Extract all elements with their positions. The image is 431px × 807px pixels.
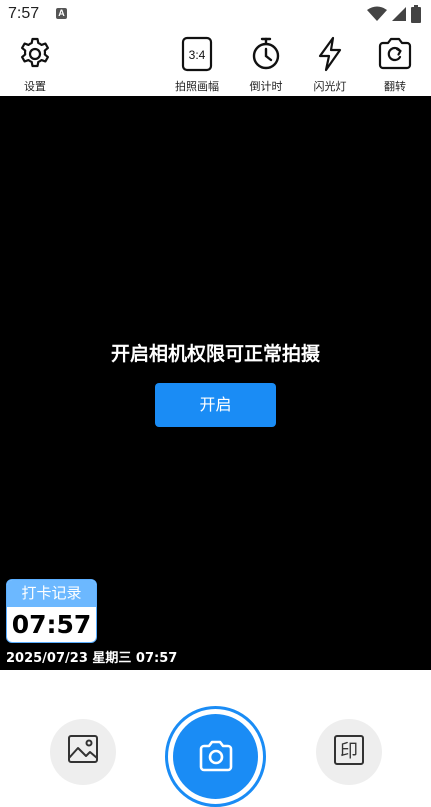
flip-camera-button[interactable]: 翻转 (365, 36, 425, 94)
shutter-button[interactable] (165, 706, 266, 807)
checkin-title: 打卡记录 (7, 580, 96, 607)
camera-viewfinder: 开启相机权限可正常拍摄 开启 打卡记录 07:57 2025/07/23 星期三… (0, 96, 431, 670)
settings-label: 设置 (24, 80, 46, 93)
status-icons (367, 4, 421, 24)
timer-button[interactable]: 倒计时 (236, 36, 296, 94)
stamp-glyph: 印 (340, 741, 358, 762)
gallery-button[interactable] (50, 719, 116, 785)
signal-icon (392, 7, 406, 21)
flash-label: 闪光灯 (313, 80, 347, 93)
flip-label: 翻转 (384, 80, 406, 93)
aspect-ratio-value: 3:4 (189, 48, 206, 62)
image-icon (68, 735, 98, 763)
stamp-icon: 印 (334, 735, 364, 765)
stopwatch-icon (252, 37, 280, 70)
aspect-ratio-button[interactable]: 3:4 拍照画幅 (167, 36, 227, 94)
bottom-controls: 印 (0, 670, 431, 807)
gear-icon (21, 37, 49, 68)
battery-icon (411, 5, 421, 23)
flash-button[interactable]: 闪光灯 (300, 36, 360, 94)
shutter-inner (173, 714, 258, 799)
status-time: 7:57 (8, 5, 40, 22)
watermark-button[interactable]: 印 (316, 719, 382, 785)
wifi-icon (367, 6, 387, 21)
aspect-ratio-icon: 3:4 (181, 36, 213, 72)
timer-label: 倒计时 (249, 80, 283, 93)
permission-message: 开启相机权限可正常拍摄 (110, 343, 320, 365)
settings-button[interactable]: 设置 (5, 36, 65, 94)
camera-toolbar: 设置 3:4 拍照画幅 倒计时 闪光灯 翻转 (0, 30, 431, 96)
status-bar: 7:57 A (0, 0, 431, 30)
checkin-time: 07:57 (11, 610, 92, 639)
flip-camera-icon (378, 37, 412, 70)
camera-icon (199, 740, 232, 772)
checkin-card[interactable]: 打卡记录 07:57 (6, 579, 97, 643)
aspect-ratio-label: 拍照画幅 (175, 80, 219, 93)
notification-icon: A (56, 8, 67, 19)
flash-icon (318, 36, 342, 72)
checkin-datetime: 2025/07/23 星期三 07:57 (6, 651, 178, 666)
enable-camera-button[interactable]: 开启 (155, 383, 276, 427)
